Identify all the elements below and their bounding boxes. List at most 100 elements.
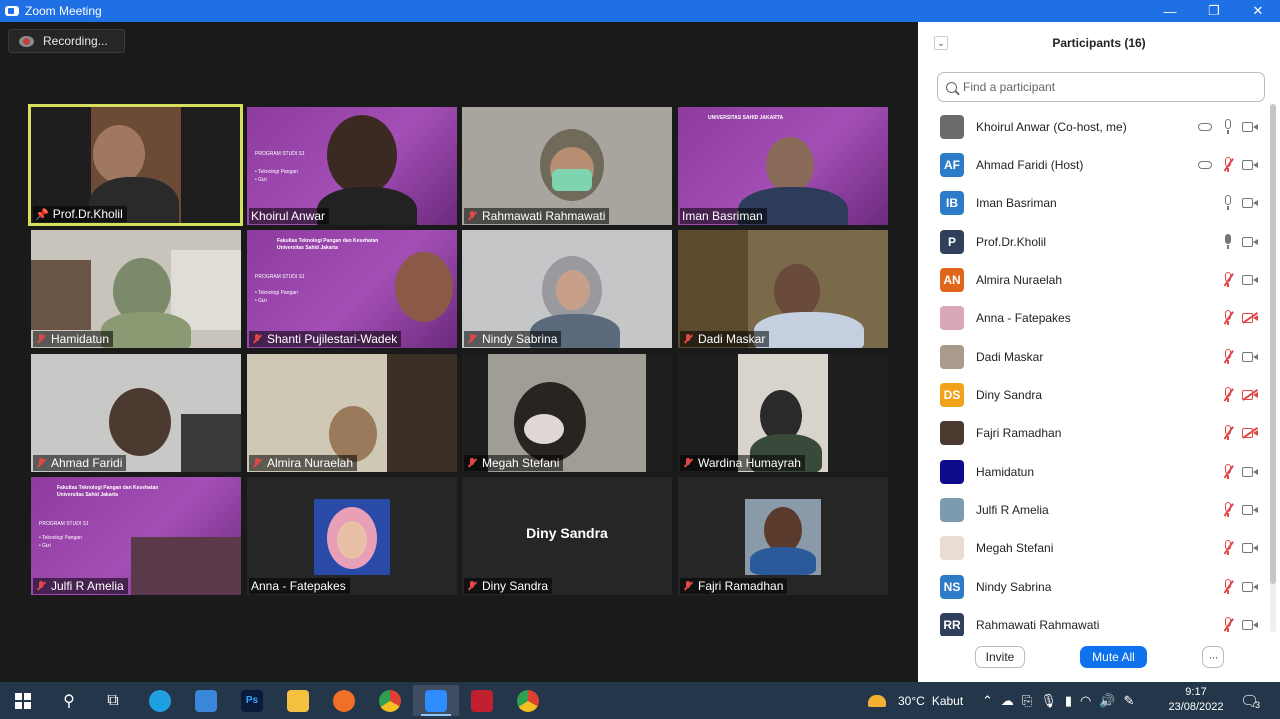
participant-row[interactable]: Fajri Ramadhan [918,414,1268,452]
participant-row[interactable]: AF Ahmad Faridi (Host) [918,146,1268,184]
taskbar-chrome[interactable] [367,685,413,716]
mic-muted-icon[interactable] [1221,617,1235,633]
weather-desc: Kabut [931,693,964,708]
camera-icon[interactable] [1242,581,1258,593]
mic-icon[interactable] [1221,119,1235,135]
video-tile[interactable]: Diny Sandra Diny Sandra [462,477,672,595]
mic-muted-icon[interactable] [1221,387,1235,403]
taskbar-firefox[interactable] [321,685,367,716]
camera-icon[interactable] [1242,197,1258,209]
taskbar-mendeley[interactable] [459,685,505,716]
mic-muted-icon[interactable] [1221,502,1235,518]
maximize-button[interactable]: ❐ [1192,0,1236,22]
camera-icon[interactable] [1242,619,1258,631]
video-tile[interactable]: Fajri Ramadhan [678,477,888,595]
camera-icon[interactable] [1242,159,1258,171]
mic-muted-icon[interactable] [1221,540,1235,556]
camera-icon[interactable] [1242,504,1258,516]
video-tile[interactable]: 📌 Prof.Dr.Kholil [28,104,243,226]
mute-all-button[interactable]: Mute All [1080,646,1147,668]
microphone-icon[interactable]: 🎙 [1040,693,1057,709]
participant-name: Almira Nuraelah [976,273,1063,287]
clock[interactable]: 9:17 23/08/2022 [1168,685,1224,715]
camera-icon[interactable] [1242,236,1258,248]
avatar [940,498,964,522]
participant-list-scrollbar[interactable] [1270,104,1276,632]
camera-icon[interactable] [1242,351,1258,363]
participant-row[interactable]: AN Almira Nuraelah [918,261,1268,299]
camera-icon[interactable] [1242,466,1258,478]
mic-muted-icon[interactable] [1221,310,1235,326]
participant-row[interactable]: NS Nindy Sabrina [918,568,1268,606]
participant-row[interactable]: Hamidatun [918,453,1268,491]
taskbar-chrome-profile[interactable] [505,685,551,716]
mic-icon[interactable] [1221,195,1235,211]
participant-row[interactable]: DS Diny Sandra [918,376,1268,414]
mic-muted-icon[interactable] [1221,579,1235,595]
weather-widget[interactable]: 30°C Kabut [868,682,963,719]
task-view-icon: ⧉ [107,691,119,709]
camera-off-icon[interactable] [1242,427,1258,439]
wifi-icon[interactable]: ◠ [1080,693,1091,709]
task-view-button[interactable]: ⧉ [90,685,136,716]
video-tile[interactable]: Ahmad Faridi [31,354,241,472]
video-tile[interactable]: Fakultas Teknologi Pangan dan Kesehatan … [247,230,457,348]
notification-center[interactable]: 🗨 3 [1240,682,1260,719]
mic-muted-icon[interactable] [1221,157,1235,173]
camera-off-icon[interactable] [1242,389,1258,401]
video-tile[interactable]: Wardina Humayrah [678,354,888,472]
find-participant-input[interactable]: Find a participant [937,72,1265,102]
weather-temp: 30°C [898,693,925,708]
pen-icon[interactable]: ✎ [1124,693,1135,709]
camera-off-icon[interactable] [1242,312,1258,324]
camera-icon[interactable] [1242,274,1258,286]
search-button[interactable]: ⚲ [46,685,92,716]
video-tile[interactable]: Almira Nuraelah [247,354,457,472]
minimize-button[interactable]: — [1148,0,1192,22]
participant-row[interactable]: Julfi R Amelia [918,491,1268,529]
slide-faculty: Fakultas Teknologi Pangan dan Kesehatan … [57,485,159,498]
video-tile[interactable]: Fakultas Teknologi Pangan dan Kesehatan … [31,477,241,595]
cloud-recording-icon [1198,161,1212,169]
mic-muted-icon[interactable] [1221,425,1235,441]
battery-icon[interactable]: ▮ [1065,693,1072,709]
recording-indicator[interactable]: Recording... [8,29,125,53]
video-tile[interactable]: UNIVERSITAS SAHID JAKARTA Iman Basriman [678,107,888,225]
taskbar-edge[interactable] [137,685,183,716]
participant-row[interactable]: IB Iman Basriman [918,184,1268,222]
video-tile[interactable]: Dadi Maskar [678,230,888,348]
participant-row[interactable]: P Prof.Dr.Kholil [918,223,1268,261]
collapse-panel-button[interactable]: ⌄ [934,36,948,50]
video-tile[interactable]: Rahmawati Rahmawati [462,107,672,225]
video-tile[interactable]: Megah Stefani [462,354,672,472]
participant-row[interactable]: Dadi Maskar [918,338,1268,376]
taskbar-store[interactable] [183,685,229,716]
video-tile[interactable]: PROGRAM STUDI S1 • Teknologi Pangan • Gi… [247,107,457,225]
volume-icon[interactable]: 🔊 [1099,693,1115,709]
participant-row[interactable]: Megah Stefani [918,529,1268,567]
mic-muted-icon[interactable] [1221,464,1235,480]
camera-icon[interactable] [1242,542,1258,554]
file-explorer-icon [287,689,309,712]
camera-icon[interactable] [1242,121,1258,133]
participant-row[interactable]: Khoirul Anwar (Co-host, me) [918,108,1268,146]
invite-button[interactable]: Invite [975,646,1025,668]
avatar [940,345,964,369]
onedrive-icon[interactable]: ☁ [1001,693,1014,709]
mic-icon[interactable] [1221,234,1235,250]
close-button[interactable]: ✕ [1236,0,1280,22]
video-tile[interactable]: Hamidatun [31,230,241,348]
participant-row[interactable]: RR Rahmawati Rahmawati [918,606,1268,636]
mic-muted-icon[interactable] [1221,349,1235,365]
taskbar-photoshop[interactable]: Ps [229,685,275,716]
mic-muted-icon[interactable] [1221,272,1235,288]
taskbar-zoom[interactable] [413,685,459,716]
taskbar-explorer[interactable] [275,685,321,716]
chevron-up-icon[interactable]: ⌃ [982,693,993,709]
meet-now-icon[interactable]: ⎘ [1022,693,1032,709]
more-options-button[interactable]: ··· [1202,646,1224,668]
video-tile[interactable]: Anna - Fatepakes [247,477,457,595]
participant-row[interactable]: Anna - Fatepakes [918,299,1268,337]
start-button[interactable] [0,685,46,716]
video-tile[interactable]: Nindy Sabrina [462,230,672,348]
